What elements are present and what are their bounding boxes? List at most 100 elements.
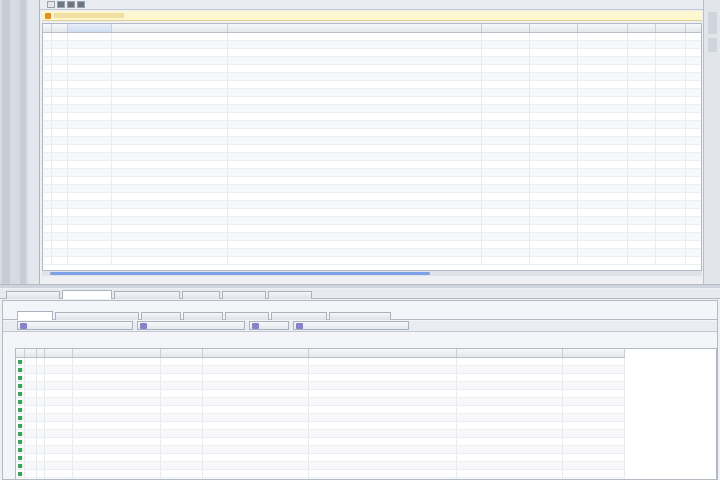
left-dock-tab[interactable] xyxy=(2,0,10,285)
row-selector[interactable] xyxy=(43,232,52,241)
row-selector[interactable] xyxy=(43,96,52,105)
row-selector[interactable] xyxy=(16,389,25,398)
link-action-button[interactable] xyxy=(137,321,245,330)
table-row[interactable] xyxy=(16,461,716,470)
table-row[interactable] xyxy=(43,136,701,145)
table-row[interactable] xyxy=(43,160,701,169)
edit-action-button[interactable] xyxy=(249,321,289,330)
table-row[interactable] xyxy=(43,200,701,209)
sub-tab-1[interactable] xyxy=(17,311,53,320)
table-row[interactable] xyxy=(43,40,701,49)
row-selector[interactable] xyxy=(16,365,25,374)
row-selector[interactable] xyxy=(43,120,52,129)
row-selector[interactable] xyxy=(43,224,52,233)
bottom_grid-column-header[interactable] xyxy=(562,349,625,358)
top-grid-hscroll-thumb[interactable] xyxy=(50,272,430,275)
row-selector[interactable] xyxy=(43,64,52,73)
sub-tab-2[interactable] xyxy=(55,312,139,320)
table-row[interactable] xyxy=(16,357,716,366)
main-tab-5[interactable] xyxy=(222,291,266,299)
row-selector[interactable] xyxy=(16,445,25,454)
row-selector[interactable] xyxy=(16,429,25,438)
table-row[interactable] xyxy=(16,445,716,454)
table-row[interactable] xyxy=(16,405,716,414)
row-selector[interactable] xyxy=(43,256,52,265)
bottom_grid-column-header[interactable] xyxy=(160,349,203,358)
top_grid-column-header[interactable] xyxy=(685,24,701,33)
row-selector[interactable] xyxy=(43,40,52,49)
row-selector[interactable] xyxy=(43,240,52,249)
table-row[interactable] xyxy=(16,413,716,422)
row-selector[interactable] xyxy=(43,104,52,113)
row-selector[interactable] xyxy=(16,373,25,382)
right-dock-tab[interactable] xyxy=(708,38,717,52)
bottom_grid-column-header[interactable] xyxy=(36,349,45,358)
row-selector[interactable] xyxy=(43,200,52,209)
table-row[interactable] xyxy=(43,240,701,249)
row-selector[interactable] xyxy=(43,248,52,257)
table-row[interactable] xyxy=(43,120,701,129)
bottom_grid-column-header[interactable] xyxy=(456,349,563,358)
row-selector[interactable] xyxy=(43,152,52,161)
row-selector[interactable] xyxy=(16,469,25,478)
panel-splitter[interactable] xyxy=(0,284,720,288)
main-tab-4[interactable] xyxy=(182,291,220,299)
row-selector[interactable] xyxy=(43,208,52,217)
bottom_grid-column-header[interactable] xyxy=(44,349,73,358)
table-row[interactable] xyxy=(43,72,701,81)
document-icon[interactable] xyxy=(57,1,65,8)
table-row[interactable] xyxy=(43,176,701,185)
row-selector[interactable] xyxy=(16,413,25,422)
row-selector[interactable] xyxy=(43,32,52,41)
row-selector[interactable] xyxy=(43,72,52,81)
left-dock-tab[interactable] xyxy=(20,0,26,285)
row-selector[interactable] xyxy=(43,144,52,153)
sub-tab-5[interactable] xyxy=(225,312,269,320)
main-tab-3[interactable] xyxy=(114,291,180,299)
sub-tab-7[interactable] xyxy=(329,312,391,320)
row-selector[interactable] xyxy=(16,421,25,430)
table-row[interactable] xyxy=(43,104,701,113)
table-row[interactable] xyxy=(16,389,716,398)
sub-tab-6[interactable] xyxy=(271,312,327,320)
row-selector[interactable] xyxy=(43,80,52,89)
top_grid-column-header[interactable] xyxy=(227,24,482,33)
top_grid-column-header[interactable] xyxy=(627,24,656,33)
table-row[interactable] xyxy=(43,128,701,137)
table-row[interactable] xyxy=(16,397,716,406)
top_grid-column-header[interactable] xyxy=(43,24,52,33)
row-selector[interactable] xyxy=(43,184,52,193)
right-dock-tab[interactable] xyxy=(708,12,717,34)
main-tab-6[interactable] xyxy=(268,291,312,299)
table-row[interactable] xyxy=(43,96,701,105)
top_grid-column-header[interactable] xyxy=(655,24,686,33)
sub-tab-4[interactable] xyxy=(183,312,223,320)
table-row[interactable] xyxy=(43,184,701,193)
row-selector[interactable] xyxy=(43,216,52,225)
table-row[interactable] xyxy=(43,232,701,241)
table-row[interactable] xyxy=(43,168,701,177)
row-selector[interactable] xyxy=(43,192,52,201)
table-row[interactable] xyxy=(43,216,701,225)
row-selector[interactable] xyxy=(16,405,25,414)
top_grid-column-header[interactable] xyxy=(481,24,530,33)
row-selector[interactable] xyxy=(43,112,52,121)
row-selector[interactable] xyxy=(43,128,52,137)
bottom_grid-column-header[interactable] xyxy=(16,349,25,358)
top_grid-column-header[interactable] xyxy=(51,24,68,33)
table-row[interactable] xyxy=(16,421,716,430)
table-row[interactable] xyxy=(43,64,701,73)
sub-tab-3[interactable] xyxy=(141,312,181,320)
refresh-icon[interactable] xyxy=(67,1,75,8)
table-row[interactable] xyxy=(43,32,701,41)
table-row[interactable] xyxy=(16,429,716,438)
table-row[interactable] xyxy=(43,248,701,257)
row-selector[interactable] xyxy=(16,437,25,446)
table-row[interactable] xyxy=(16,469,716,478)
row-selector[interactable] xyxy=(16,381,25,390)
table-row[interactable] xyxy=(16,381,716,390)
table-row[interactable] xyxy=(16,373,716,382)
top-grid-hscrollbar[interactable] xyxy=(42,271,702,276)
table-row[interactable] xyxy=(43,224,701,233)
table-row[interactable] xyxy=(43,192,701,201)
